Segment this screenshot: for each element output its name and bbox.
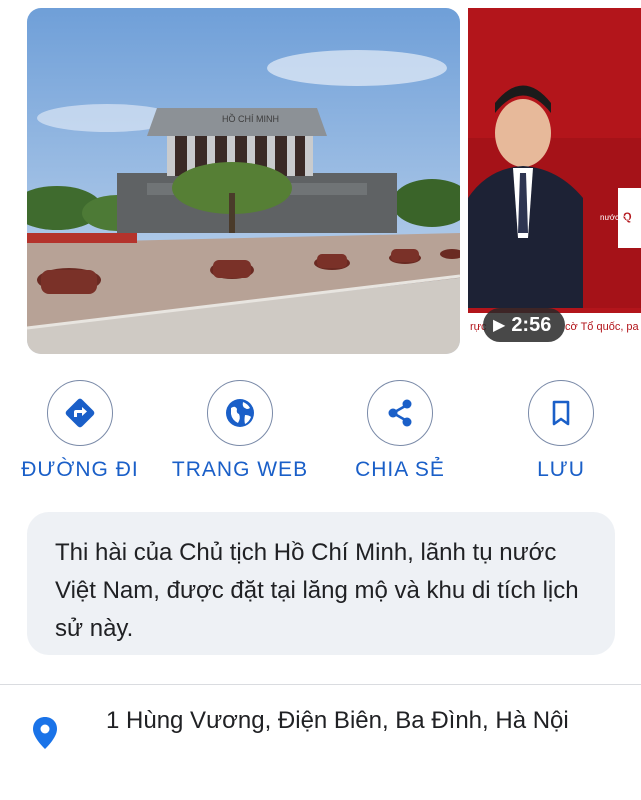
share-circle[interactable] <box>367 380 433 446</box>
share-icon <box>388 399 412 427</box>
directions-button[interactable]: ĐƯỜNG ĐI <box>10 380 150 482</box>
location-pin-icon <box>33 717 57 749</box>
directions-circle[interactable] <box>47 380 113 446</box>
address-row[interactable]: 1 Hùng Vương, Điện Biên, Ba Đình, Hà Nội <box>0 698 641 778</box>
video-duration-badge: ▶ 2:56 <box>483 308 566 342</box>
photo-inscription: HỒ CHÍ MINH <box>222 113 279 124</box>
address-text: 1 Hùng Vương, Điện Biên, Ba Đình, Hà Nội <box>106 707 569 734</box>
video-thumbnail[interactable]: Q nước cộ rực cờ Tổ quốc, pa ▶ 2:56 <box>468 8 641 354</box>
directions-label: ĐƯỜNG ĐI <box>21 458 139 481</box>
photo-carousel[interactable]: HỒ CHÍ MINH Q nước cộ rực cờ Tổ quốc, pa… <box>27 8 641 354</box>
share-button[interactable]: CHIA SẺ <box>330 380 470 482</box>
description-card: Thi hài của Chủ tịch Hồ Chí Minh, lãnh t… <box>27 512 615 655</box>
ticker-text: nước cộ <box>600 213 630 222</box>
play-icon: ▶ <box>493 317 506 334</box>
mausoleum-photo[interactable]: HỒ CHÍ MINH <box>27 8 460 354</box>
website-label: TRANG WEB <box>171 458 309 481</box>
save-label: LƯU <box>537 458 585 481</box>
share-label: CHIA SẺ <box>355 458 445 481</box>
website-button[interactable]: TRANG WEB <box>170 380 310 482</box>
video-duration: 2:56 <box>511 313 552 336</box>
globe-icon <box>226 399 254 427</box>
bookmark-icon <box>552 400 570 426</box>
description-text: Thi hài của Chủ tịch Hồ Chí Minh, lãnh t… <box>55 539 579 642</box>
save-button[interactable]: LƯU <box>491 380 631 482</box>
save-circle[interactable] <box>528 380 594 446</box>
divider <box>0 684 641 685</box>
directions-icon <box>65 398 95 428</box>
action-bar: ĐƯỜNG ĐI TRANG WEB CHIA SẺ LƯU <box>0 380 641 490</box>
ticker-text-2: cờ Tổ quốc, pa <box>565 321 640 333</box>
website-circle[interactable] <box>207 380 273 446</box>
